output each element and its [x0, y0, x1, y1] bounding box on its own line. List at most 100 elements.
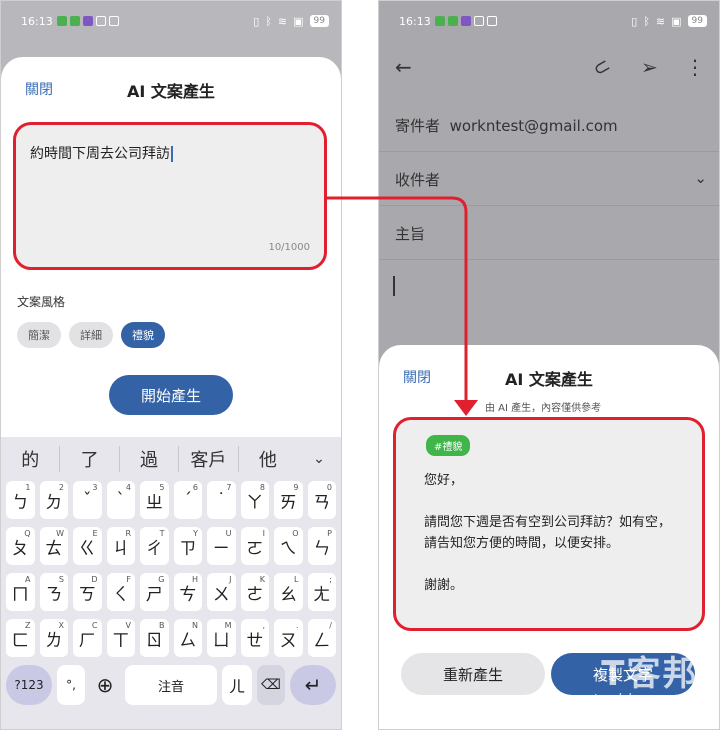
more-options-icon[interactable]: ⋮	[685, 55, 705, 79]
compose-toolbar: ← ⊂ ➢ ⋮	[379, 41, 719, 97]
keyboard-key[interactable]: Qㄆ	[6, 527, 35, 565]
globe-icon[interactable]: ⊕	[90, 665, 120, 705]
keyboard-key[interactable]: Cㄏ	[73, 619, 102, 657]
key-hint: Z	[25, 621, 31, 630]
keyboard-key[interactable]: 3ˇ	[73, 481, 102, 519]
keyboard-key[interactable]: 2ㄉ	[39, 481, 68, 519]
regenerate-button[interactable]: 重新產生	[401, 653, 545, 695]
keyboard-key[interactable]: Vㄒ	[106, 619, 135, 657]
chevron-down-icon[interactable]: ⌄	[297, 451, 341, 467]
to-field[interactable]: 收件者 ⌄	[395, 169, 707, 190]
punctuation-key[interactable]: °,	[57, 665, 85, 705]
key-hint: K	[259, 575, 265, 584]
keyboard-key[interactable]: Lㄠ	[274, 573, 303, 611]
prompt-textarea[interactable]: 約時間下周去公司拜訪 10/1000	[13, 122, 327, 270]
suggestion-bar: 的 了 過 客戶 他 ⌄	[1, 437, 341, 481]
keyboard-key[interactable]: Kㄜ	[240, 573, 269, 611]
key-hint: O	[292, 529, 299, 538]
keyboard-key[interactable]: Bㄖ	[140, 619, 169, 657]
keyboard-key[interactable]: Uㄧ	[207, 527, 236, 565]
keyboard-key[interactable]: Eㄍ	[73, 527, 102, 565]
keyboard-key[interactable]: Yㄗ	[173, 527, 202, 565]
keyboard-key[interactable]: Pㄣ	[307, 527, 336, 565]
key-glyph: ㄥ	[313, 630, 331, 651]
subject-field[interactable]: 主旨	[395, 223, 707, 244]
keyboard-key[interactable]: 5ㄓ	[140, 481, 169, 519]
keyboard-key[interactable]: 9ㄞ	[274, 481, 303, 519]
keyboard-key[interactable]: Aㄇ	[6, 573, 35, 611]
key-hint: X	[58, 621, 64, 630]
app-notification-icon	[460, 16, 471, 26]
watermark-text: T客邦	[601, 654, 699, 694]
space-key[interactable]: 注音	[125, 665, 217, 705]
key-hint: U	[225, 529, 232, 538]
keyboard-key[interactable]: Sㄋ	[39, 573, 68, 611]
keyboard-key[interactable]: Hㄘ	[173, 573, 202, 611]
keyboard-key[interactable]: Iㄛ	[240, 527, 269, 565]
keyboard-key[interactable]: Jㄨ	[207, 573, 236, 611]
keyboard-key[interactable]: 1ㄅ	[6, 481, 35, 519]
keyboard-key[interactable]: Gㄕ	[140, 573, 169, 611]
suggestion-item[interactable]: 他	[239, 446, 297, 472]
chip-concise[interactable]: 簡潔	[17, 322, 61, 348]
prompt-text: 約時間下周去公司拜訪	[30, 143, 173, 163]
keyboard-key[interactable]: 4ˋ	[106, 481, 135, 519]
generate-button[interactable]: 開始產生	[109, 375, 233, 415]
key-row: A ㄇ S ㄋ D ㄎ F ㄑ G ㄕ H ㄘ J ㄨ K ㄜ L ㄠ; ㄤ	[1, 573, 341, 611]
app-notification-icon	[108, 16, 119, 26]
key-glyph: ㄤ	[313, 584, 331, 605]
suggestion-item[interactable]: 客戶	[179, 446, 239, 472]
keyboard-key[interactable]: Nㄙ	[173, 619, 202, 657]
suggestion-item[interactable]: 的	[1, 446, 61, 472]
keyboard-key[interactable]: Oㄟ	[274, 527, 303, 565]
bottom-key-row: ?123 °, ⊕ 注音 ㄦ ⌫ ↵	[1, 665, 341, 705]
app-notification-icon	[69, 16, 80, 26]
sheet-title: AI 文案產生	[505, 370, 593, 389]
keyboard-key[interactable]: .ㄡ	[274, 619, 303, 657]
keyboard-key[interactable]: Dㄎ	[73, 573, 102, 611]
keyboard-key[interactable]: Wㄊ	[39, 527, 68, 565]
back-arrow-icon[interactable]: ←	[395, 55, 412, 79]
keyboard-key[interactable]: Tㄔ	[140, 527, 169, 565]
status-bar: 16:13 ▯ ᛒ ≋ ▣ 99	[1, 1, 341, 41]
status-time: 16:13	[21, 14, 53, 28]
close-button[interactable]: 關閉	[403, 367, 431, 387]
key-hint: 4	[125, 483, 131, 492]
key-glyph: ㄡ	[279, 630, 297, 651]
keyboard-key[interactable]: / ㄥ	[307, 619, 336, 657]
keyboard-key[interactable]: ,ㄝ	[240, 619, 269, 657]
key-glyph: ㄝ	[246, 630, 264, 651]
key-glyph: ˇ	[83, 490, 92, 510]
chip-polite[interactable]: 禮貌	[121, 322, 165, 348]
key-hint: M	[224, 621, 232, 630]
key-hint: A	[25, 575, 31, 584]
keyboard-key[interactable]: Mㄩ	[207, 619, 236, 657]
er-key[interactable]: ㄦ	[222, 665, 252, 705]
suggestion-item[interactable]: 了	[60, 446, 120, 472]
chip-detailed[interactable]: 詳細	[69, 322, 113, 348]
keyboard-key[interactable]: 6ˊ	[173, 481, 202, 519]
keyboard-key[interactable]: Fㄑ	[106, 573, 135, 611]
send-icon[interactable]: ➢	[641, 55, 658, 79]
keyboard-key[interactable]: Xㄌ	[39, 619, 68, 657]
keyboard-key[interactable]: ; ㄤ	[307, 573, 336, 611]
keyboard-key[interactable]: 7 ˙	[207, 481, 236, 519]
keyboard-key[interactable]: 0ㄢ	[307, 481, 336, 519]
generated-text: 您好， 請問您下週是否有空到公司拜訪？如有空，請告知您方便的時間，以便安排。 謝…	[424, 470, 682, 596]
backspace-icon[interactable]: ⌫	[257, 665, 285, 705]
attachment-icon[interactable]: ⊂	[588, 52, 615, 81]
enter-key[interactable]: ↵	[290, 665, 336, 705]
close-button[interactable]: 關閉	[25, 79, 53, 99]
keyboard-key[interactable]: Rㄐ	[106, 527, 135, 565]
app-notification-icon	[95, 16, 106, 26]
chevron-down-icon[interactable]: ⌄	[694, 169, 707, 190]
keyboard-key[interactable]: 8ㄚ	[240, 481, 269, 519]
key-hint: 9	[293, 483, 299, 492]
char-counter: 10/1000	[268, 242, 310, 253]
key-hint: 8	[259, 483, 265, 492]
app-notification-icon	[56, 16, 67, 26]
keyboard-key[interactable]: Zㄈ	[6, 619, 35, 657]
suggestion-item[interactable]: 過	[120, 446, 180, 472]
status-bar: 16:13 ▯ ᛒ ≋ ▣ 99	[379, 1, 719, 41]
symbols-key[interactable]: ?123	[6, 665, 52, 705]
